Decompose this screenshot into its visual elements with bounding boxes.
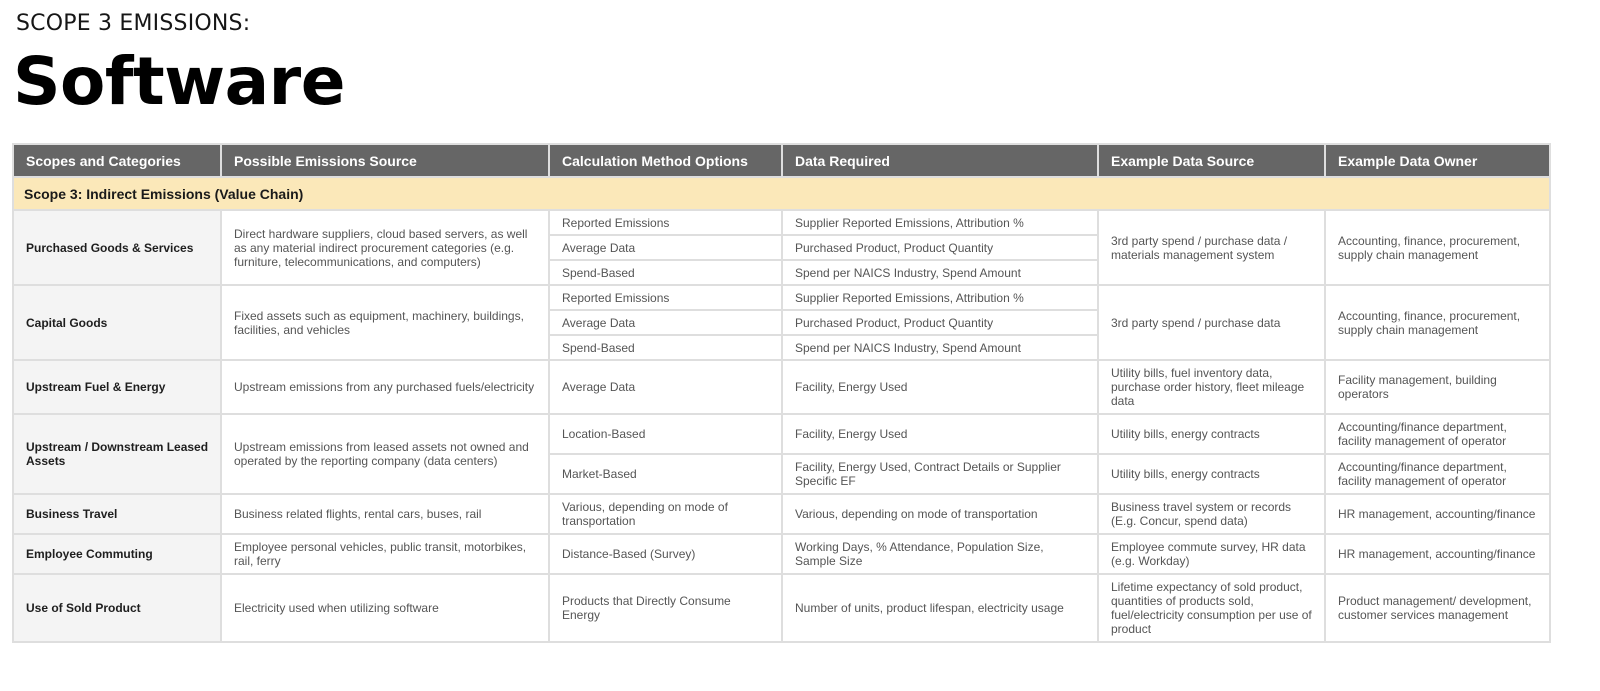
method-cell: Reported Emissions xyxy=(548,209,783,236)
data-required-cell: Various, depending on mode of transporta… xyxy=(781,493,1099,535)
category-cell: Employee Commuting xyxy=(12,533,222,575)
category-cell: Purchased Goods & Services xyxy=(12,209,222,286)
data-source-cell: Utility bills, energy contracts xyxy=(1097,453,1326,495)
emissions-source-cell: Business related flights, rental cars, b… xyxy=(220,493,550,535)
data-source-cell: 3rd party spend / purchase data xyxy=(1097,284,1326,361)
category-cell: Business Travel xyxy=(12,493,222,535)
data-source-cell: 3rd party spend / purchase data / materi… xyxy=(1097,209,1326,286)
table-row: Capital Goods Fixed assets such as equip… xyxy=(12,284,1551,361)
table-row: Upstream Fuel & Energy Upstream emission… xyxy=(12,359,1551,415)
scope-row: Scope 3: Indirect Emissions (Value Chain… xyxy=(12,176,1551,211)
method-cell: Various, depending on mode of transporta… xyxy=(548,493,783,535)
method-cell: Products that Directly Consume Energy xyxy=(548,573,783,643)
table-row: Business Travel Business related flights… xyxy=(12,493,1551,535)
header-example-data-owner: Example Data Owner xyxy=(1324,143,1551,178)
data-required-cell: Purchased Product, Product Quantity xyxy=(781,234,1099,261)
method-cell: Location-Based xyxy=(548,413,783,455)
category-cell: Capital Goods xyxy=(12,284,222,361)
data-owner-cell: HR management, accounting/finance xyxy=(1324,533,1551,575)
data-source-cell: Business travel system or records (E.g. … xyxy=(1097,493,1326,535)
data-owner-cell: Facility management, building operators xyxy=(1324,359,1551,415)
data-required-cell: Supplier Reported Emissions, Attribution… xyxy=(781,284,1099,311)
header-possible-emissions-source: Possible Emissions Source xyxy=(220,143,550,178)
data-owner-cell: Accounting, finance, procurement, supply… xyxy=(1324,209,1551,286)
page-title: Software xyxy=(13,43,345,120)
header-scopes-and-categories: Scopes and Categories xyxy=(12,143,222,178)
method-cell: Spend-Based xyxy=(548,334,783,361)
data-required-cell: Working Days, % Attendance, Population S… xyxy=(781,533,1099,575)
table-row: Employee Commuting Employee personal veh… xyxy=(12,533,1551,575)
data-required-cell: Purchased Product, Product Quantity xyxy=(781,309,1099,336)
data-owner-cell: Accounting/finance department, facility … xyxy=(1324,413,1551,455)
method-cell: Average Data xyxy=(548,359,783,415)
table-row: Use of Sold Product Electricity used whe… xyxy=(12,573,1551,643)
table-row: Upstream / Downstream Leased Assets Upst… xyxy=(12,413,1551,495)
data-required-cell: Facility, Energy Used, Contract Details … xyxy=(781,453,1099,495)
category-cell: Upstream / Downstream Leased Assets xyxy=(12,413,222,495)
data-required-cell: Supplier Reported Emissions, Attribution… xyxy=(781,209,1099,236)
emissions-source-cell: Upstream emissions from any purchased fu… xyxy=(220,359,550,415)
emissions-source-cell: Electricity used when utilizing software xyxy=(220,573,550,643)
header-data-required: Data Required xyxy=(781,143,1099,178)
page-subtitle: SCOPE 3 EMISSIONS: xyxy=(16,11,251,36)
header-calculation-method-options: Calculation Method Options xyxy=(548,143,783,178)
scope-row-label: Scope 3: Indirect Emissions (Value Chain… xyxy=(12,176,1551,211)
data-source-cell: Utility bills, energy contracts xyxy=(1097,413,1326,455)
emissions-source-cell: Direct hardware suppliers, cloud based s… xyxy=(220,209,550,286)
table-row: Purchased Goods & Services Direct hardwa… xyxy=(12,209,1551,286)
category-cell: Upstream Fuel & Energy xyxy=(12,359,222,415)
data-source-cell: Employee commute survey, HR data (e.g. W… xyxy=(1097,533,1326,575)
emissions-source-cell: Fixed assets such as equipment, machiner… xyxy=(220,284,550,361)
data-source-cell: Utility bills, fuel inventory data, purc… xyxy=(1097,359,1326,415)
data-required-cell: Spend per NAICS Industry, Spend Amount xyxy=(781,259,1099,286)
data-required-cell: Spend per NAICS Industry, Spend Amount xyxy=(781,334,1099,361)
emissions-source-cell: Upstream emissions from leased assets no… xyxy=(220,413,550,495)
data-owner-cell: Accounting, finance, procurement, supply… xyxy=(1324,284,1551,361)
data-required-cell: Facility, Energy Used xyxy=(781,413,1099,455)
header-example-data-source: Example Data Source xyxy=(1097,143,1326,178)
data-owner-cell: HR management, accounting/finance xyxy=(1324,493,1551,535)
data-owner-cell: Product management/ development, custome… xyxy=(1324,573,1551,643)
category-cell: Use of Sold Product xyxy=(12,573,222,643)
method-cell: Reported Emissions xyxy=(548,284,783,311)
method-cell: Distance-Based (Survey) xyxy=(548,533,783,575)
data-source-cell: Lifetime expectancy of sold product, qua… xyxy=(1097,573,1326,643)
data-required-cell: Number of units, product lifespan, elect… xyxy=(781,573,1099,643)
table-header-row: Scopes and Categories Possible Emissions… xyxy=(12,143,1551,178)
method-cell: Market-Based xyxy=(548,453,783,495)
method-cell: Average Data xyxy=(548,234,783,261)
method-cell: Average Data xyxy=(548,309,783,336)
emissions-source-cell: Employee personal vehicles, public trans… xyxy=(220,533,550,575)
emissions-table: Scopes and Categories Possible Emissions… xyxy=(12,143,1551,643)
data-owner-cell: Accounting/finance department, facility … xyxy=(1324,453,1551,495)
method-cell: Spend-Based xyxy=(548,259,783,286)
data-required-cell: Facility, Energy Used xyxy=(781,359,1099,415)
